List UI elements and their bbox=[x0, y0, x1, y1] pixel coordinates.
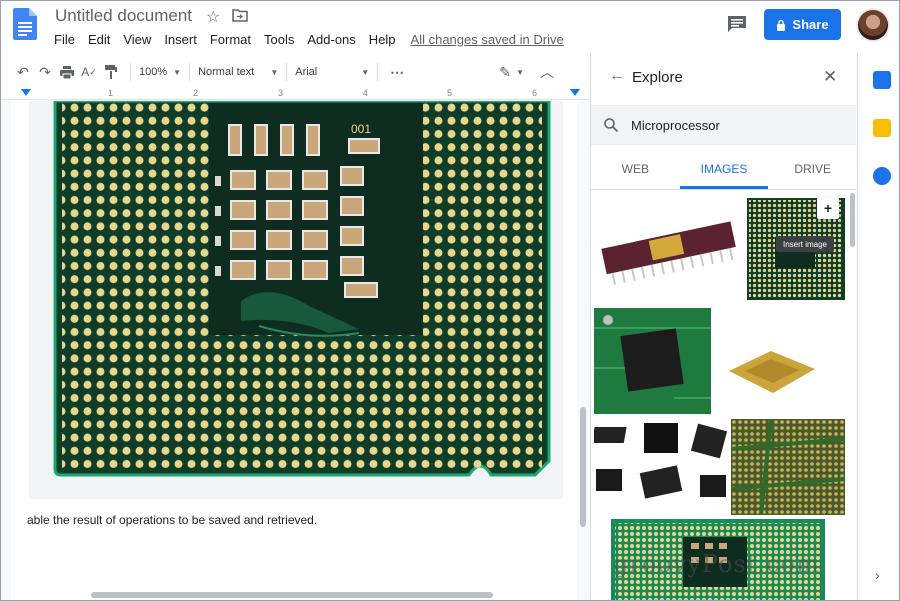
arrow-back-icon[interactable]: ← bbox=[609, 67, 625, 85]
toolbar-divider bbox=[286, 63, 288, 81]
ruler-number: 1 bbox=[108, 88, 114, 98]
image-result[interactable] bbox=[719, 341, 825, 401]
tasks-icon[interactable] bbox=[873, 167, 891, 185]
ruler-number: 5 bbox=[447, 88, 453, 98]
saved-status-link[interactable]: All changes saved in Drive bbox=[411, 32, 564, 47]
paint-format-icon[interactable] bbox=[100, 61, 122, 83]
insert-image-tooltip: Insert image bbox=[776, 236, 834, 252]
share-button[interactable]: Share bbox=[764, 9, 841, 40]
font-select[interactable]: Arial ▼ bbox=[295, 66, 369, 78]
watermark: groovyPost.com bbox=[613, 550, 820, 578]
collapse-icon[interactable]: ︿ bbox=[536, 61, 558, 83]
ruler-number: 2 bbox=[193, 88, 199, 98]
style-value: Normal text bbox=[198, 66, 255, 78]
spellcheck-icon[interactable]: A ✓ bbox=[78, 61, 100, 83]
document-vertical-scrollbar[interactable] bbox=[580, 407, 586, 527]
toolbar-divider bbox=[130, 63, 131, 81]
comment-icon[interactable] bbox=[727, 15, 747, 33]
document-horizontal-scrollbar[interactable] bbox=[91, 592, 493, 598]
chevron-down-icon[interactable]: ▼ bbox=[516, 68, 524, 77]
ruler-number: 4 bbox=[363, 88, 369, 98]
menu-tools[interactable]: Tools bbox=[264, 32, 294, 47]
image-result[interactable] bbox=[594, 419, 728, 511]
tab-web[interactable]: WEB bbox=[591, 154, 680, 189]
menu-bar: File Edit View Insert Format Tools Add-o… bbox=[54, 32, 577, 47]
ruler-number: 6 bbox=[532, 88, 538, 98]
redo-icon[interactable]: ↷ bbox=[34, 61, 56, 83]
document-body-text[interactable]: able the result of operations to be save… bbox=[27, 513, 317, 527]
move-to-folder-icon[interactable] bbox=[232, 9, 248, 22]
print-icon[interactable] bbox=[56, 61, 78, 83]
share-label: Share bbox=[792, 17, 829, 32]
insert-plus-button[interactable]: + bbox=[817, 197, 839, 219]
formatting-toolbar: ↶ ↷ A ✓ 100% ▼ Normal text ▼ Arial ▼ ⋯ ✎ … bbox=[1, 57, 590, 87]
explore-header: ← Explore ✕ bbox=[591, 53, 856, 101]
menu-edit[interactable]: Edit bbox=[88, 32, 110, 47]
ruler-number: 3 bbox=[278, 88, 284, 98]
left-indent-marker[interactable] bbox=[21, 89, 31, 96]
more-icon[interactable]: ⋯ bbox=[386, 61, 408, 83]
image-result[interactable] bbox=[593, 207, 743, 293]
tab-drive[interactable]: DRIVE bbox=[768, 154, 856, 189]
toolbar-divider bbox=[189, 63, 191, 81]
style-select[interactable]: Normal text ▼ bbox=[198, 66, 278, 78]
explore-panel: ← Explore ✕ Microprocessor WEB IMAGES DR… bbox=[590, 53, 856, 600]
inserted-cpu-image[interactable]: 001 bbox=[29, 101, 563, 499]
undo-icon[interactable]: ↶ bbox=[12, 61, 34, 83]
document-page[interactable]: 001 able the result of operations to be … bbox=[11, 101, 577, 600]
font-value: Arial bbox=[295, 66, 318, 78]
menu-insert[interactable]: Insert bbox=[164, 32, 197, 47]
chevron-right-icon[interactable]: › bbox=[875, 567, 880, 583]
lock-icon bbox=[777, 19, 786, 31]
app-window: Untitled document ☆ File Edit View Inser… bbox=[0, 0, 900, 601]
menu-view[interactable]: View bbox=[123, 32, 151, 47]
close-icon[interactable]: ✕ bbox=[823, 67, 837, 87]
ruler[interactable]: 1 2 3 4 5 6 bbox=[1, 88, 590, 100]
chevron-down-icon: ▼ bbox=[361, 67, 370, 77]
editing-mode-icon[interactable]: ✎ bbox=[494, 61, 516, 83]
toolbar-divider bbox=[377, 63, 379, 81]
google-docs-icon[interactable] bbox=[13, 8, 37, 40]
menu-file[interactable]: File bbox=[54, 32, 75, 47]
header: Untitled document ☆ File Edit View Inser… bbox=[1, 1, 899, 53]
explore-title: Explore bbox=[632, 69, 683, 86]
menu-format[interactable]: Format bbox=[210, 32, 251, 47]
explore-scrollbar[interactable] bbox=[850, 193, 855, 247]
document-area: 001 able the result of operations to be … bbox=[1, 101, 590, 600]
image-result[interactable] bbox=[731, 419, 845, 515]
chip-label: 001 bbox=[351, 122, 371, 136]
chevron-down-icon: ▼ bbox=[173, 67, 182, 77]
zoom-select[interactable]: 100% ▼ bbox=[139, 66, 181, 78]
keep-icon[interactable] bbox=[873, 119, 891, 137]
calendar-icon[interactable] bbox=[873, 71, 891, 89]
menu-add-ons[interactable]: Add-ons bbox=[307, 32, 355, 47]
tab-images[interactable]: IMAGES bbox=[679, 154, 769, 189]
right-indent-marker[interactable] bbox=[570, 89, 580, 96]
menu-help[interactable]: Help bbox=[369, 32, 396, 47]
chevron-down-icon: ▼ bbox=[270, 67, 279, 77]
image-result[interactable] bbox=[594, 308, 711, 414]
document-title[interactable]: Untitled document bbox=[55, 6, 192, 26]
side-panel-rail bbox=[857, 53, 899, 600]
search-input[interactable]: Microprocessor bbox=[631, 118, 720, 133]
star-icon[interactable]: ☆ bbox=[206, 7, 220, 27]
avatar[interactable] bbox=[856, 8, 890, 42]
image-results-grid: + Insert image bbox=[591, 193, 856, 600]
search-icon bbox=[604, 118, 619, 133]
zoom-value: 100% bbox=[139, 66, 168, 78]
explore-tabs: WEB IMAGES DRIVE bbox=[591, 154, 856, 190]
explore-search-bar[interactable]: Microprocessor bbox=[591, 105, 856, 145]
